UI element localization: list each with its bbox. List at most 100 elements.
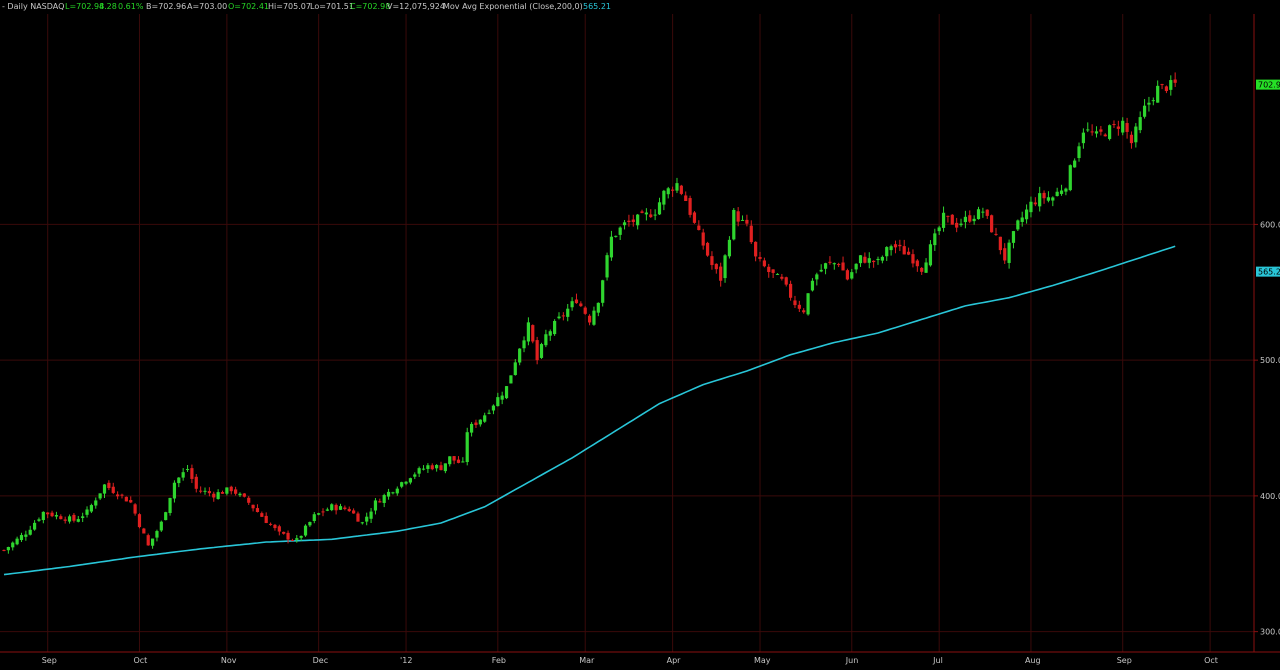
candle-body xyxy=(802,310,806,313)
candle xyxy=(177,477,181,488)
candle-body xyxy=(72,514,76,521)
header-change: 4.28 xyxy=(99,2,117,11)
candle xyxy=(443,463,447,474)
candle-body xyxy=(85,509,89,515)
header-close: C=702.98 xyxy=(350,2,390,11)
candle-body xyxy=(159,521,163,531)
candle-body xyxy=(1033,202,1037,205)
candle-body xyxy=(421,468,426,470)
candle-body xyxy=(255,508,260,513)
candle xyxy=(539,342,544,359)
candle xyxy=(976,206,981,220)
candle-body xyxy=(177,477,181,484)
candle xyxy=(959,218,963,227)
y-tick-label: 400.00 xyxy=(1260,492,1280,501)
candle xyxy=(1134,123,1138,148)
candle-body xyxy=(1081,132,1085,144)
candle xyxy=(1059,184,1064,196)
candle xyxy=(810,278,815,292)
candle-body xyxy=(496,397,500,407)
candle-body xyxy=(277,526,281,532)
candle xyxy=(823,262,828,275)
candle xyxy=(24,530,28,541)
header-volume: V=12,075,924 xyxy=(387,2,445,11)
candle xyxy=(915,259,919,272)
candle xyxy=(719,262,723,287)
candle xyxy=(251,504,255,512)
candle-body xyxy=(260,513,264,517)
candle xyxy=(504,385,509,400)
candle xyxy=(395,486,399,496)
candle-body xyxy=(614,235,618,237)
candle xyxy=(732,208,736,241)
candle-body xyxy=(767,266,771,273)
candle xyxy=(303,524,308,537)
candle xyxy=(850,268,854,280)
header-symbol: - Daily NASDAQ xyxy=(2,2,64,11)
candle-body xyxy=(216,492,220,499)
x-tick-label: Sep xyxy=(1117,656,1132,665)
header-low: Lo=701.51 xyxy=(310,2,354,11)
stock-chart[interactable]: 300.00 400.00 500.00 600.00 Sep Oct Nov Dec '12 F… xyxy=(0,0,1280,670)
candle xyxy=(867,252,871,269)
candle xyxy=(413,472,417,480)
candle xyxy=(268,522,273,526)
candle xyxy=(893,240,898,254)
candle xyxy=(203,487,207,495)
candle-body xyxy=(199,490,203,492)
candle xyxy=(317,512,321,516)
candle xyxy=(107,480,111,491)
header-open: O=702.41 xyxy=(228,2,269,11)
candle xyxy=(902,239,906,255)
candle-body xyxy=(1108,125,1112,139)
candle-body xyxy=(1129,134,1134,144)
candle-body xyxy=(417,468,421,474)
candle-body xyxy=(264,515,268,523)
candle xyxy=(50,510,54,518)
candle xyxy=(290,538,295,542)
candle-body xyxy=(238,493,242,496)
candle xyxy=(762,257,766,268)
candle xyxy=(408,477,413,485)
candle xyxy=(1121,117,1125,136)
candle xyxy=(264,512,268,524)
candle-body xyxy=(124,496,128,502)
candle xyxy=(260,511,264,517)
candle-body xyxy=(972,218,976,222)
candle-body xyxy=(509,375,513,384)
candle-body xyxy=(448,456,452,465)
candle xyxy=(657,197,662,216)
candle-body xyxy=(740,219,745,221)
candle-body xyxy=(605,255,609,278)
candle-body xyxy=(622,222,627,226)
candle-body xyxy=(1024,209,1029,220)
chart-canvas[interactable]: 300.00 400.00 500.00 600.00 Sep Oct Nov Dec '12 F… xyxy=(0,0,1280,670)
candle xyxy=(124,496,128,502)
candle-body xyxy=(1016,220,1020,230)
candle-body xyxy=(299,535,303,538)
candle xyxy=(199,486,203,494)
x-tick-label: Oct xyxy=(133,656,147,665)
candle xyxy=(1129,131,1134,149)
candle-body xyxy=(1169,80,1173,90)
candle xyxy=(675,177,679,194)
candle xyxy=(247,496,251,505)
candle xyxy=(784,276,788,287)
y-tick-label: 300.00 xyxy=(1260,628,1280,637)
candle xyxy=(37,517,41,522)
candle-body xyxy=(491,405,496,411)
candle-body xyxy=(1029,201,1033,213)
candle-body xyxy=(439,465,443,471)
candle xyxy=(234,486,238,496)
candle xyxy=(587,314,592,326)
candle-body xyxy=(1138,117,1142,131)
candle-body xyxy=(985,209,989,216)
candle-body xyxy=(1077,146,1081,159)
candle xyxy=(277,524,281,536)
candle xyxy=(601,279,605,307)
candle-body xyxy=(548,331,552,336)
candle xyxy=(94,497,98,509)
candle xyxy=(325,507,329,512)
candle-body xyxy=(120,494,124,496)
candle-body xyxy=(736,211,740,222)
